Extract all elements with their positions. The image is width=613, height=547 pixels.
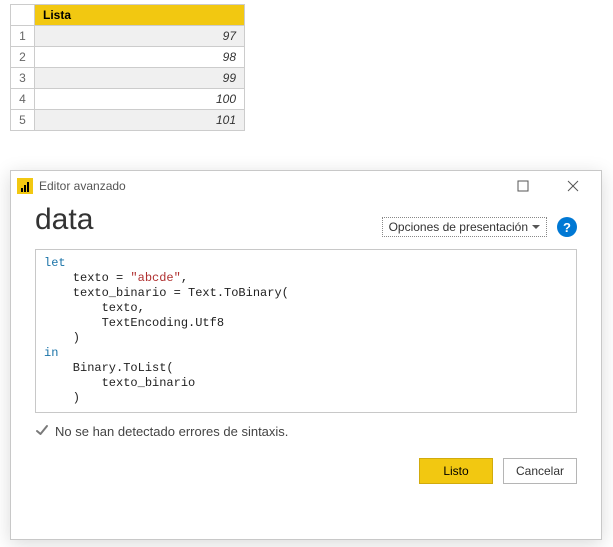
table-row[interactable]: 2 98 bbox=[11, 47, 245, 68]
row-value: 97 bbox=[35, 26, 245, 47]
maximize-button[interactable] bbox=[501, 171, 545, 201]
done-button[interactable]: Listo bbox=[419, 458, 493, 484]
code-text: ) bbox=[44, 391, 80, 405]
close-button[interactable] bbox=[551, 171, 595, 201]
cancel-button-label: Cancelar bbox=[516, 464, 564, 478]
list-preview-table: Lista 1 97 2 98 3 99 4 100 5 101 bbox=[0, 0, 613, 131]
code-string: "abcde" bbox=[130, 271, 180, 285]
dialog-titlebar[interactable]: Editor avanzado bbox=[11, 171, 601, 201]
code-text: texto, bbox=[44, 301, 145, 315]
power-bi-icon bbox=[17, 178, 33, 194]
row-value: 100 bbox=[35, 89, 245, 110]
column-header[interactable]: Lista bbox=[35, 5, 245, 26]
code-text: texto_binario bbox=[44, 376, 195, 390]
presentation-options-dropdown[interactable]: Opciones de presentación bbox=[382, 217, 547, 237]
code-keyword-in: in bbox=[44, 346, 58, 360]
row-index: 1 bbox=[11, 26, 35, 47]
table-row[interactable]: 3 99 bbox=[11, 68, 245, 89]
row-index: 2 bbox=[11, 47, 35, 68]
check-icon bbox=[35, 423, 49, 440]
code-text: texto = bbox=[44, 271, 130, 285]
table-row[interactable]: 5 101 bbox=[11, 110, 245, 131]
cancel-button[interactable]: Cancelar bbox=[503, 458, 577, 484]
row-header-empty bbox=[11, 5, 35, 26]
row-value: 99 bbox=[35, 68, 245, 89]
table-row[interactable]: 4 100 bbox=[11, 89, 245, 110]
row-index: 5 bbox=[11, 110, 35, 131]
code-text: texto_binario = Text.ToBinary( bbox=[44, 286, 289, 300]
code-text: TextEncoding.Utf8 bbox=[44, 316, 224, 330]
chevron-down-icon bbox=[532, 225, 540, 229]
row-index: 4 bbox=[11, 89, 35, 110]
done-button-label: Listo bbox=[443, 464, 468, 478]
row-index: 3 bbox=[11, 68, 35, 89]
code-text: ) bbox=[44, 331, 80, 345]
row-value: 101 bbox=[35, 110, 245, 131]
presentation-options-label: Opciones de presentación bbox=[389, 220, 528, 234]
row-value: 98 bbox=[35, 47, 245, 68]
help-icon: ? bbox=[563, 220, 571, 235]
syntax-status: No se han detectado errores de sintaxis. bbox=[35, 423, 577, 440]
code-text: Binary.ToList( bbox=[44, 361, 174, 375]
data-grid: Lista 1 97 2 98 3 99 4 100 5 101 bbox=[10, 4, 245, 131]
dialog-window-title: Editor avanzado bbox=[39, 179, 126, 193]
code-keyword-let: let bbox=[44, 256, 66, 270]
table-row[interactable]: 1 97 bbox=[11, 26, 245, 47]
dialog-title: data bbox=[35, 203, 93, 237]
status-text: No se han detectado errores de sintaxis. bbox=[55, 424, 288, 439]
code-text: , bbox=[181, 271, 188, 285]
code-editor[interactable]: let texto = "abcde", texto_binario = Tex… bbox=[35, 249, 577, 413]
advanced-editor-dialog: Editor avanzado data Opciones de present… bbox=[10, 170, 602, 540]
help-button[interactable]: ? bbox=[557, 217, 577, 237]
